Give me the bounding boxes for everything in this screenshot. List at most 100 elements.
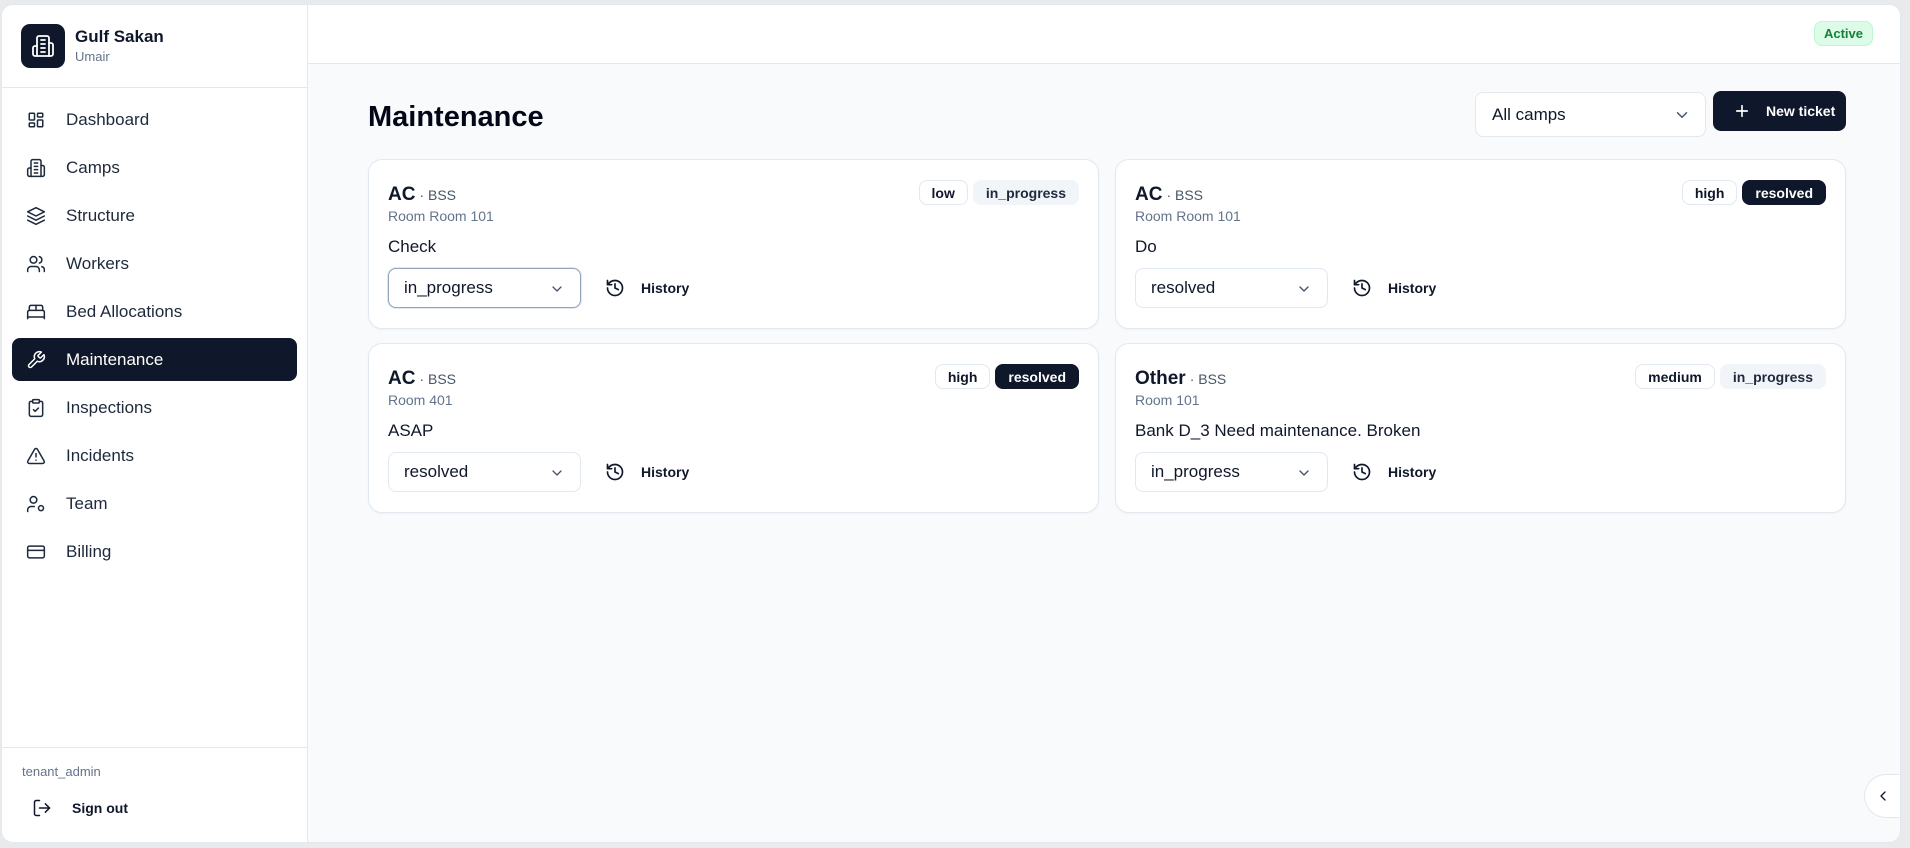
new-ticket-button[interactable]: New ticket xyxy=(1713,91,1846,131)
bed-icon xyxy=(26,302,46,322)
camp-filter-value: All camps xyxy=(1492,104,1566,124)
new-ticket-label: New ticket xyxy=(1766,103,1836,119)
user-role: tenant_admin xyxy=(22,764,101,779)
sidebar-item-bed-allocations[interactable]: Bed Allocations xyxy=(12,290,297,333)
sidebar-item-label: Inspections xyxy=(66,397,152,417)
plus-icon xyxy=(1733,102,1751,120)
ticket-category: AC xyxy=(1135,184,1163,205)
ticket-room: Room 401 xyxy=(388,392,453,408)
history-label: History xyxy=(641,280,690,296)
status-select-value: in_progress xyxy=(404,278,493,297)
sidebar-item-label: Billing xyxy=(66,541,112,561)
status-badge: in_progress xyxy=(972,180,1079,205)
log-out-icon xyxy=(32,798,52,818)
sidebar-item-workers[interactable]: Workers xyxy=(12,242,297,285)
ticket-camp: · BSS xyxy=(1166,187,1204,203)
ticket-room: Room 101 xyxy=(1135,392,1200,408)
ticket-camp: · BSS xyxy=(419,187,457,203)
priority-badge: medium xyxy=(1635,364,1715,389)
history-icon xyxy=(605,462,625,482)
ticket-description: Check xyxy=(388,237,437,256)
status-select[interactable]: resolved xyxy=(1135,268,1328,308)
ticket-description: ASAP xyxy=(388,421,434,440)
sidebar-item-label: Structure xyxy=(66,205,135,225)
sidebar-item-label: Bed Allocations xyxy=(66,301,183,321)
sidebar-item-label: Dashboard xyxy=(66,109,150,129)
status-select[interactable]: in_progress xyxy=(388,268,581,308)
sidebar-footer: tenant_admin Sign out xyxy=(2,747,307,842)
status-select-value: in_progress xyxy=(1151,462,1240,481)
status-select[interactable]: resolved xyxy=(388,452,581,492)
ticket-card: AC · BSS Room Room 101 Do high resolved … xyxy=(1115,159,1846,329)
ticket-camp: · BSS xyxy=(1189,371,1227,387)
history-button[interactable]: History xyxy=(605,270,689,306)
chevron-left-icon xyxy=(1875,788,1891,804)
status-select-value: resolved xyxy=(404,462,469,481)
history-label: History xyxy=(1388,464,1437,480)
status-badge: resolved xyxy=(1742,180,1826,205)
history-button[interactable]: History xyxy=(1352,270,1436,306)
camp-filter-select[interactable]: All camps xyxy=(1475,92,1706,137)
ticket-card: AC · BSS Room 401 ASAP high resolved res… xyxy=(368,343,1099,513)
status-badge: Active xyxy=(1813,21,1873,46)
wrench-icon xyxy=(26,350,46,370)
history-icon xyxy=(1352,278,1372,298)
sidebar-item-inspections[interactable]: Inspections xyxy=(12,386,297,429)
ticket-card: AC · BSS Room Room 101 Check low in_prog… xyxy=(368,159,1099,329)
sidebar-item-camps[interactable]: Camps xyxy=(12,146,297,189)
ticket-room: Room Room 101 xyxy=(388,208,494,224)
sidebar-item-team[interactable]: Team xyxy=(12,482,297,525)
page-title: Maintenance xyxy=(368,101,544,133)
sidebar-item-structure[interactable]: Structure xyxy=(12,194,297,237)
sidebar-item-maintenance[interactable]: Maintenance xyxy=(12,338,297,381)
user-name: Umair xyxy=(75,49,110,64)
chevron-down-icon xyxy=(549,281,565,302)
sidebar-item-incidents[interactable]: Incidents xyxy=(12,434,297,477)
sidebar-item-label: Camps xyxy=(66,157,120,177)
chevron-down-icon xyxy=(549,465,565,486)
history-button[interactable]: History xyxy=(1352,454,1436,490)
user-cog-icon xyxy=(26,494,46,514)
history-icon xyxy=(1352,462,1372,482)
building-logo-icon xyxy=(21,24,65,68)
ticket-description: Do xyxy=(1135,237,1157,256)
history-label: History xyxy=(641,464,690,480)
sign-out-button[interactable]: Sign out xyxy=(22,791,307,825)
history-icon xyxy=(605,278,625,298)
layers-icon xyxy=(26,206,46,226)
dashboard-icon xyxy=(26,110,46,130)
ticket-camp: · BSS xyxy=(419,371,457,387)
alert-triangle-icon xyxy=(26,446,46,466)
collapse-panel-button[interactable] xyxy=(1864,774,1900,818)
top-bar: Active xyxy=(308,5,1900,64)
credit-card-icon xyxy=(26,542,46,562)
priority-badge: high xyxy=(934,364,991,389)
ticket-grid: AC · BSS Room Room 101 Check low in_prog… xyxy=(368,159,1846,513)
history-button[interactable]: History xyxy=(605,454,689,490)
ticket-card: Other · BSS Room 101 Bank D_3 Need maint… xyxy=(1115,343,1846,513)
sidebar-nav: Dashboard Camps Structure Workers Bed Al… xyxy=(2,88,307,573)
status-select[interactable]: in_progress xyxy=(1135,452,1328,492)
status-select-value: resolved xyxy=(1151,278,1216,297)
ticket-category: AC xyxy=(388,184,416,205)
sidebar-item-label: Team xyxy=(66,493,108,513)
brand: Gulf Sakan Umair xyxy=(2,5,307,88)
sidebar-item-label: Incidents xyxy=(66,445,135,465)
status-badge: in_progress xyxy=(1719,364,1826,389)
sidebar: Gulf Sakan Umair Dashboard Camps Structu… xyxy=(2,5,308,842)
sidebar-item-label: Workers xyxy=(66,253,129,273)
clipboard-check-icon xyxy=(26,398,46,418)
sidebar-item-billing[interactable]: Billing xyxy=(12,530,297,573)
ticket-description: Bank D_3 Need maintenance. Broken xyxy=(1135,421,1421,440)
ticket-category: Other xyxy=(1135,368,1186,389)
history-label: History xyxy=(1388,280,1437,296)
sidebar-item-label: Maintenance xyxy=(66,349,164,369)
app-window: Gulf Sakan Umair Dashboard Camps Structu… xyxy=(1,4,1901,843)
ticket-room: Room Room 101 xyxy=(1135,208,1241,224)
sidebar-item-dashboard[interactable]: Dashboard xyxy=(12,98,297,141)
building-icon xyxy=(26,158,46,178)
status-badge: resolved xyxy=(995,364,1079,389)
users-icon xyxy=(26,254,46,274)
chevron-down-icon xyxy=(1296,465,1312,486)
ticket-category: AC xyxy=(388,368,416,389)
